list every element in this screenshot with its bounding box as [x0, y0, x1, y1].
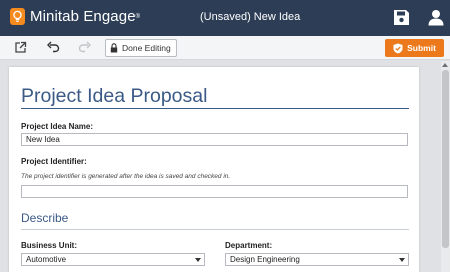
submit-label: Submit — [407, 43, 436, 53]
done-editing-button[interactable]: Done Editing — [105, 39, 177, 57]
chevron-down-icon — [195, 258, 201, 262]
business-unit-select[interactable]: Automotive — [21, 253, 205, 266]
page-title: Project Idea Proposal — [21, 85, 208, 107]
department-label: Department: — [225, 241, 273, 250]
brand-name: Minitab Engage — [30, 8, 136, 25]
lightbulb-logo-icon — [10, 8, 25, 25]
save-icon[interactable] — [393, 9, 410, 26]
department-value: Design Engineering — [230, 255, 300, 264]
shield-check-icon — [393, 43, 403, 53]
redo-icon[interactable] — [78, 41, 92, 55]
toolbar: Done Editing Submit — [0, 36, 450, 60]
done-editing-label: Done Editing — [122, 43, 171, 53]
open-external-icon[interactable] — [14, 41, 28, 55]
trademark: ® — [135, 13, 141, 20]
undo-icon[interactable] — [46, 41, 60, 55]
document-title: (Unsaved) New Idea — [200, 11, 301, 23]
chevron-down-icon — [399, 258, 405, 262]
business-unit-value: Automotive — [26, 255, 67, 264]
scrollbar-thumb[interactable] — [442, 70, 449, 248]
project-identifier-hint: The project identifier is generated afte… — [21, 173, 231, 180]
brand[interactable]: Minitab Engage ® — [10, 8, 140, 25]
business-unit-label: Business Unit: — [21, 241, 78, 250]
lock-icon — [110, 43, 118, 53]
project-identifier-input[interactable] — [21, 185, 408, 198]
idea-name-label: Project Idea Name: — [21, 122, 94, 131]
scroll-up-arrow-icon[interactable] — [442, 63, 448, 67]
project-identifier-label: Project Identifier: — [21, 157, 87, 166]
department-select[interactable]: Design Engineering — [225, 253, 409, 266]
submit-button[interactable]: Submit — [385, 39, 444, 57]
user-account-icon[interactable] — [428, 9, 444, 26]
section-title-describe: Describe — [21, 211, 69, 225]
app-header: Minitab Engage ® (Unsaved) New Idea — [0, 0, 450, 36]
idea-name-input[interactable]: New Idea — [21, 133, 408, 146]
title-divider — [21, 108, 409, 109]
section-divider — [21, 229, 409, 230]
